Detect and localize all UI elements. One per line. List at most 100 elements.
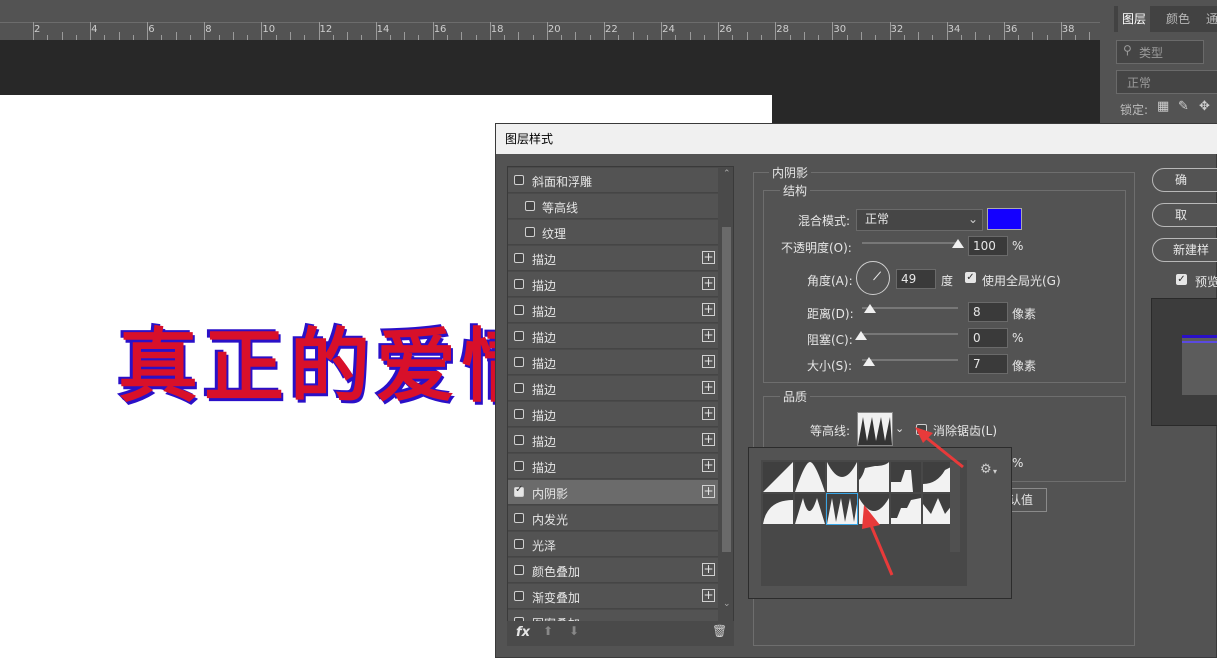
- scroll-down-icon[interactable]: ⌄: [723, 599, 731, 609]
- add-style-icon[interactable]: +: [702, 355, 715, 368]
- style-item-checkbox[interactable]: [514, 565, 524, 575]
- style-item-checkbox[interactable]: [514, 513, 524, 523]
- contour-thumbnail[interactable]: [923, 494, 953, 524]
- style-item-checkbox[interactable]: [514, 357, 524, 367]
- add-style-icon[interactable]: +: [702, 251, 715, 264]
- cancel-button[interactable]: 取: [1152, 203, 1217, 227]
- blend-mode-select[interactable]: 正常 ⌄: [856, 209, 983, 231]
- add-style-icon[interactable]: +: [702, 277, 715, 290]
- style-item[interactable]: 描边 +: [508, 298, 718, 323]
- style-item[interactable]: 描边 +: [508, 428, 718, 453]
- add-style-icon[interactable]: +: [702, 459, 715, 472]
- style-item-checkbox[interactable]: [514, 383, 524, 393]
- lock-paint-icon[interactable]: ✎: [1178, 99, 1189, 114]
- style-item-checkbox[interactable]: [514, 175, 524, 185]
- gear-icon[interactable]: ⚙: [980, 462, 992, 477]
- distance-slider[interactable]: [862, 307, 958, 309]
- distance-input[interactable]: 8: [968, 302, 1008, 322]
- add-style-icon[interactable]: +: [702, 563, 715, 576]
- global-light-checkbox[interactable]: ✓: [965, 272, 976, 283]
- tab-channels[interactable]: 通: [1206, 10, 1217, 27]
- style-item-checkbox[interactable]: [525, 227, 535, 237]
- style-item[interactable]: 内阴影 +: [508, 480, 718, 505]
- contour-thumbnail[interactable]: [859, 462, 889, 492]
- blend-mode-select[interactable]: 正常: [1116, 70, 1217, 94]
- contour-thumbnail[interactable]: [827, 462, 857, 492]
- style-item-checkbox[interactable]: [514, 539, 524, 549]
- style-item[interactable]: 斜面和浮雕: [508, 168, 718, 193]
- style-item[interactable]: 描边 +: [508, 350, 718, 375]
- choke-slider[interactable]: [862, 333, 958, 335]
- add-style-icon[interactable]: +: [702, 303, 715, 316]
- shadow-color-swatch[interactable]: [987, 208, 1022, 230]
- add-style-icon[interactable]: +: [702, 381, 715, 394]
- style-item-checkbox[interactable]: [514, 409, 524, 419]
- style-item-label: 内发光: [532, 513, 569, 527]
- style-item[interactable]: 描边 +: [508, 324, 718, 349]
- style-item[interactable]: 描边 +: [508, 246, 718, 271]
- add-style-icon[interactable]: +: [702, 589, 715, 602]
- style-item-checkbox[interactable]: [514, 484, 524, 497]
- choke-slider-knob[interactable]: [855, 331, 867, 340]
- contour-thumbnail[interactable]: [763, 462, 793, 492]
- scroll-up-icon[interactable]: ⌃: [723, 169, 731, 179]
- style-item-checkbox[interactable]: [514, 591, 524, 601]
- ok-button[interactable]: 确: [1152, 168, 1217, 192]
- add-style-icon[interactable]: +: [702, 433, 715, 446]
- distance-slider-knob[interactable]: [864, 304, 876, 313]
- move-down-icon[interactable]: ⬇: [569, 624, 579, 638]
- style-item[interactable]: 光泽: [508, 532, 718, 557]
- layer-filter-select[interactable]: ⚲ 类型: [1116, 40, 1204, 64]
- style-item-checkbox[interactable]: [525, 201, 535, 211]
- style-item[interactable]: 描边 +: [508, 272, 718, 297]
- canvas-text-layer[interactable]: 真正的爱情: [118, 302, 548, 418]
- contour-dropdown-icon[interactable]: ⌄: [895, 422, 904, 435]
- contour-thumbnail[interactable]: [763, 494, 793, 524]
- style-item-label: 等高线: [542, 201, 579, 215]
- style-item-checkbox[interactable]: [514, 331, 524, 341]
- style-item[interactable]: 内发光: [508, 506, 718, 531]
- fx-icon[interactable]: fx: [516, 625, 530, 640]
- style-item[interactable]: 等高线: [508, 194, 718, 219]
- add-style-icon[interactable]: +: [702, 329, 715, 342]
- style-item-checkbox[interactable]: [514, 461, 524, 471]
- contour-thumbnail[interactable]: [795, 494, 825, 524]
- style-item[interactable]: 渐变叠加 +: [508, 584, 718, 609]
- style-item-checkbox[interactable]: [514, 279, 524, 289]
- contour-preview[interactable]: [857, 412, 893, 446]
- lock-move-icon[interactable]: ✥: [1199, 99, 1210, 114]
- trash-icon[interactable]: 🗑: [712, 624, 727, 638]
- contour-thumbnail[interactable]: [795, 462, 825, 492]
- ruler-minor-tick: [232, 32, 234, 40]
- style-item[interactable]: 描边 +: [508, 402, 718, 427]
- contour-grid-scrollbar[interactable]: [950, 462, 960, 552]
- tab-color[interactable]: 颜色: [1166, 10, 1190, 27]
- style-list-scroll-thumb[interactable]: [722, 227, 731, 552]
- tab-layers[interactable]: 图层: [1118, 6, 1151, 32]
- choke-input[interactable]: 0: [968, 328, 1008, 348]
- style-item-checkbox[interactable]: [514, 435, 524, 445]
- angle-dial[interactable]: [856, 261, 890, 295]
- style-item[interactable]: 颜色叠加 +: [508, 558, 718, 583]
- size-slider-knob[interactable]: [863, 357, 875, 366]
- style-item[interactable]: 描边 +: [508, 376, 718, 401]
- preview-checkbox[interactable]: ✓: [1176, 274, 1187, 285]
- add-style-icon[interactable]: +: [702, 407, 715, 420]
- add-style-icon[interactable]: +: [702, 485, 715, 498]
- ruler-number: 30: [833, 24, 847, 35]
- angle-label: 角度(A):: [807, 274, 853, 288]
- size-slider[interactable]: [862, 359, 958, 361]
- opacity-slider-knob[interactable]: [952, 239, 964, 248]
- opacity-slider[interactable]: [862, 242, 958, 244]
- move-up-icon[interactable]: ⬆: [543, 624, 553, 638]
- ruler-minor-tick: [347, 32, 349, 40]
- new-style-button[interactable]: 新建样: [1152, 238, 1217, 262]
- style-item[interactable]: 纹理: [508, 220, 718, 245]
- style-item-checkbox[interactable]: [514, 305, 524, 315]
- opacity-input[interactable]: 100: [968, 236, 1008, 256]
- style-item[interactable]: 描边 +: [508, 454, 718, 479]
- size-input[interactable]: 7: [968, 354, 1008, 374]
- style-item-checkbox[interactable]: [514, 253, 524, 263]
- lock-transparent-icon[interactable]: ▦: [1157, 99, 1169, 114]
- angle-input[interactable]: 49: [896, 269, 936, 289]
